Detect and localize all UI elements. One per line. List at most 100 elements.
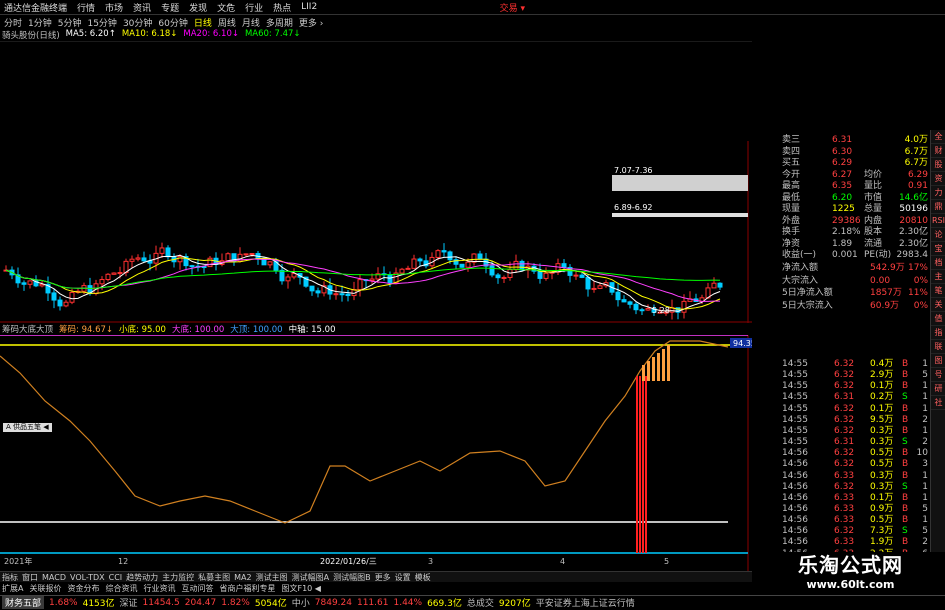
side-tab[interactable]: 宝 bbox=[931, 242, 945, 256]
side-tab[interactable]: 联 bbox=[931, 340, 945, 354]
side-tab[interactable]: 关 bbox=[931, 298, 945, 312]
tick-price: 6.32 bbox=[834, 381, 855, 392]
trade-menu[interactable]: 交易 ▾ bbox=[500, 1, 525, 14]
candle-body bbox=[441, 250, 447, 253]
side-tab[interactable]: 论 bbox=[931, 228, 945, 242]
quote-label: 最低 bbox=[782, 192, 801, 203]
menu-item[interactable]: 行情 bbox=[77, 1, 95, 14]
side-tab[interactable]: 研 bbox=[931, 382, 945, 396]
menu-item[interactable]: 专题 bbox=[161, 1, 179, 14]
tick-price: 6.32 bbox=[834, 359, 855, 369]
indicator-tab[interactable]: 测试幅图B bbox=[333, 572, 371, 583]
extension-tab[interactable]: 省商户福利专星 bbox=[219, 583, 275, 594]
indicator-tab[interactable]: 主力监控 bbox=[162, 572, 194, 583]
side-tab[interactable]: 指 bbox=[931, 326, 945, 340]
candle-body bbox=[597, 285, 603, 289]
menu-item[interactable]: 通达信金融终端 bbox=[4, 1, 67, 14]
quote-value: 6.31 bbox=[832, 135, 853, 145]
indicator-tab[interactable]: 测试幅图A bbox=[292, 572, 329, 583]
flow-value: 0.00 bbox=[870, 275, 891, 286]
candle-body bbox=[621, 299, 627, 303]
tick-time: 14:56 bbox=[782, 537, 808, 548]
candle-body bbox=[63, 301, 69, 307]
chart-area[interactable]: 8.007.507.006.506.005.50100.0090.0080.00… bbox=[0, 41, 752, 603]
extension-tab[interactable]: 综合资讯 bbox=[105, 583, 137, 594]
candle-body bbox=[411, 258, 417, 269]
period-tab[interactable]: 月线 bbox=[242, 16, 260, 29]
period-tab[interactable]: 30分钟 bbox=[123, 16, 152, 29]
extension-tab[interactable]: 图文F10 ◀ bbox=[281, 583, 320, 594]
side-tab[interactable]: 主 bbox=[931, 270, 945, 284]
menu-item[interactable]: 资讯 bbox=[133, 1, 151, 14]
period-tab[interactable]: 更多 › bbox=[299, 16, 323, 29]
quote-label: 市值 bbox=[864, 192, 883, 203]
extension-tab[interactable]: 行业资讯 bbox=[143, 583, 175, 594]
indicator-tab[interactable]: 设置 bbox=[395, 572, 411, 583]
menu-item[interactable]: 热点 bbox=[273, 1, 291, 14]
candle-body bbox=[189, 265, 195, 268]
period-tab[interactable]: 15分钟 bbox=[87, 16, 116, 29]
quote-row: 换手 2.18% 股本 2.30亿 bbox=[752, 227, 928, 238]
menu-item[interactable]: 发现 bbox=[189, 1, 207, 14]
indicator-tab[interactable]: VOL-TDX bbox=[70, 573, 105, 582]
candle-body bbox=[249, 253, 255, 256]
period-tab[interactable]: 60分钟 bbox=[158, 16, 187, 29]
quote-value: 2983.4 bbox=[896, 250, 929, 260]
side-tab[interactable]: 号 bbox=[931, 368, 945, 382]
tick-price: 6.32 bbox=[834, 425, 855, 436]
side-tab[interactable]: 鼎 bbox=[931, 200, 945, 214]
extension-tab[interactable]: 关联报价 bbox=[29, 583, 61, 594]
indicator-tab[interactable]: 更多 bbox=[375, 572, 391, 583]
period-tab[interactable]: 日线 bbox=[194, 16, 212, 29]
candle-body bbox=[645, 308, 651, 311]
indicator-tab[interactable]: 窗口 bbox=[22, 572, 38, 583]
tick-row: 14:55 6.31 0.3万 S 2 bbox=[752, 437, 928, 448]
period-tab[interactable]: 分时 bbox=[4, 16, 22, 29]
side-tab[interactable]: 图 bbox=[931, 354, 945, 368]
indicator-tab[interactable]: MA2 bbox=[234, 573, 251, 582]
side-tab[interactable]: 社 bbox=[931, 396, 945, 410]
indicator-tab[interactable]: 指标 bbox=[2, 572, 18, 583]
indicator-tab[interactable]: 私募主图 bbox=[198, 572, 230, 583]
indicator-tab[interactable]: 模板 bbox=[415, 572, 431, 583]
quote-value: 29386 bbox=[832, 215, 861, 226]
chip-button[interactable]: A 供品五笔 ◀ bbox=[3, 423, 52, 432]
candle-body bbox=[627, 301, 633, 305]
period-tab[interactable]: 1分钟 bbox=[28, 16, 52, 29]
quote-value: 1.89 bbox=[832, 238, 853, 249]
ma-label: 骑头股份(日线) bbox=[2, 31, 60, 41]
indicator-tab[interactable]: MACD bbox=[42, 573, 66, 582]
side-tab[interactable]: 笔 bbox=[931, 284, 945, 298]
quote-label: 最高 bbox=[782, 181, 801, 191]
side-tab[interactable]: 全 bbox=[931, 130, 945, 144]
side-tab-bar: 全财股资力鼎 RSI 论宝档主笔关值指联图号研社 bbox=[930, 130, 945, 600]
candle-body bbox=[459, 263, 465, 268]
tick-side: B bbox=[902, 448, 909, 459]
flow-pct: 11% bbox=[907, 288, 928, 298]
period-tab[interactable]: 5分钟 bbox=[58, 16, 82, 29]
indicator-tab[interactable]: 趋势动力 bbox=[126, 572, 158, 583]
menu-item[interactable]: LII2 bbox=[301, 2, 317, 12]
period-tab[interactable]: 周线 bbox=[218, 16, 236, 29]
side-tab[interactable]: 档 bbox=[931, 256, 945, 270]
side-tab[interactable]: 财 bbox=[931, 144, 945, 158]
side-tab[interactable]: 力 bbox=[931, 186, 945, 200]
tick-row: 14:55 6.32 0.1万 B 1 bbox=[752, 381, 928, 392]
side-tab[interactable]: RSI bbox=[931, 214, 945, 228]
menu-item[interactable]: 文危 bbox=[217, 1, 235, 14]
side-tab[interactable]: 值 bbox=[931, 312, 945, 326]
menu-item[interactable]: 行业 bbox=[245, 1, 263, 14]
extension-tab[interactable]: 资金分布 bbox=[67, 583, 99, 594]
indicator-tab[interactable]: 测试主图 bbox=[256, 572, 288, 583]
tick-count: 1 bbox=[922, 481, 928, 492]
period-tab[interactable]: 多周期 bbox=[266, 16, 293, 29]
extension-tab[interactable]: 扩展A bbox=[2, 583, 23, 594]
side-tab[interactable]: 资 bbox=[931, 172, 945, 186]
quote-row: 现量 1225 总量 50196 bbox=[752, 204, 928, 215]
side-tab[interactable]: 股 bbox=[931, 158, 945, 172]
period-bar: 分时 1分钟 5分钟 15分钟 30分钟 60分钟 日线 周线 月线 多周期 更多 › bbox=[0, 15, 540, 29]
indicator-label: 筹码大底大顶 bbox=[2, 325, 54, 335]
indicator-tab[interactable]: CCI bbox=[109, 573, 123, 582]
menu-item[interactable]: 市场 bbox=[105, 1, 123, 14]
extension-tab[interactable]: 互动问答 bbox=[181, 583, 213, 594]
